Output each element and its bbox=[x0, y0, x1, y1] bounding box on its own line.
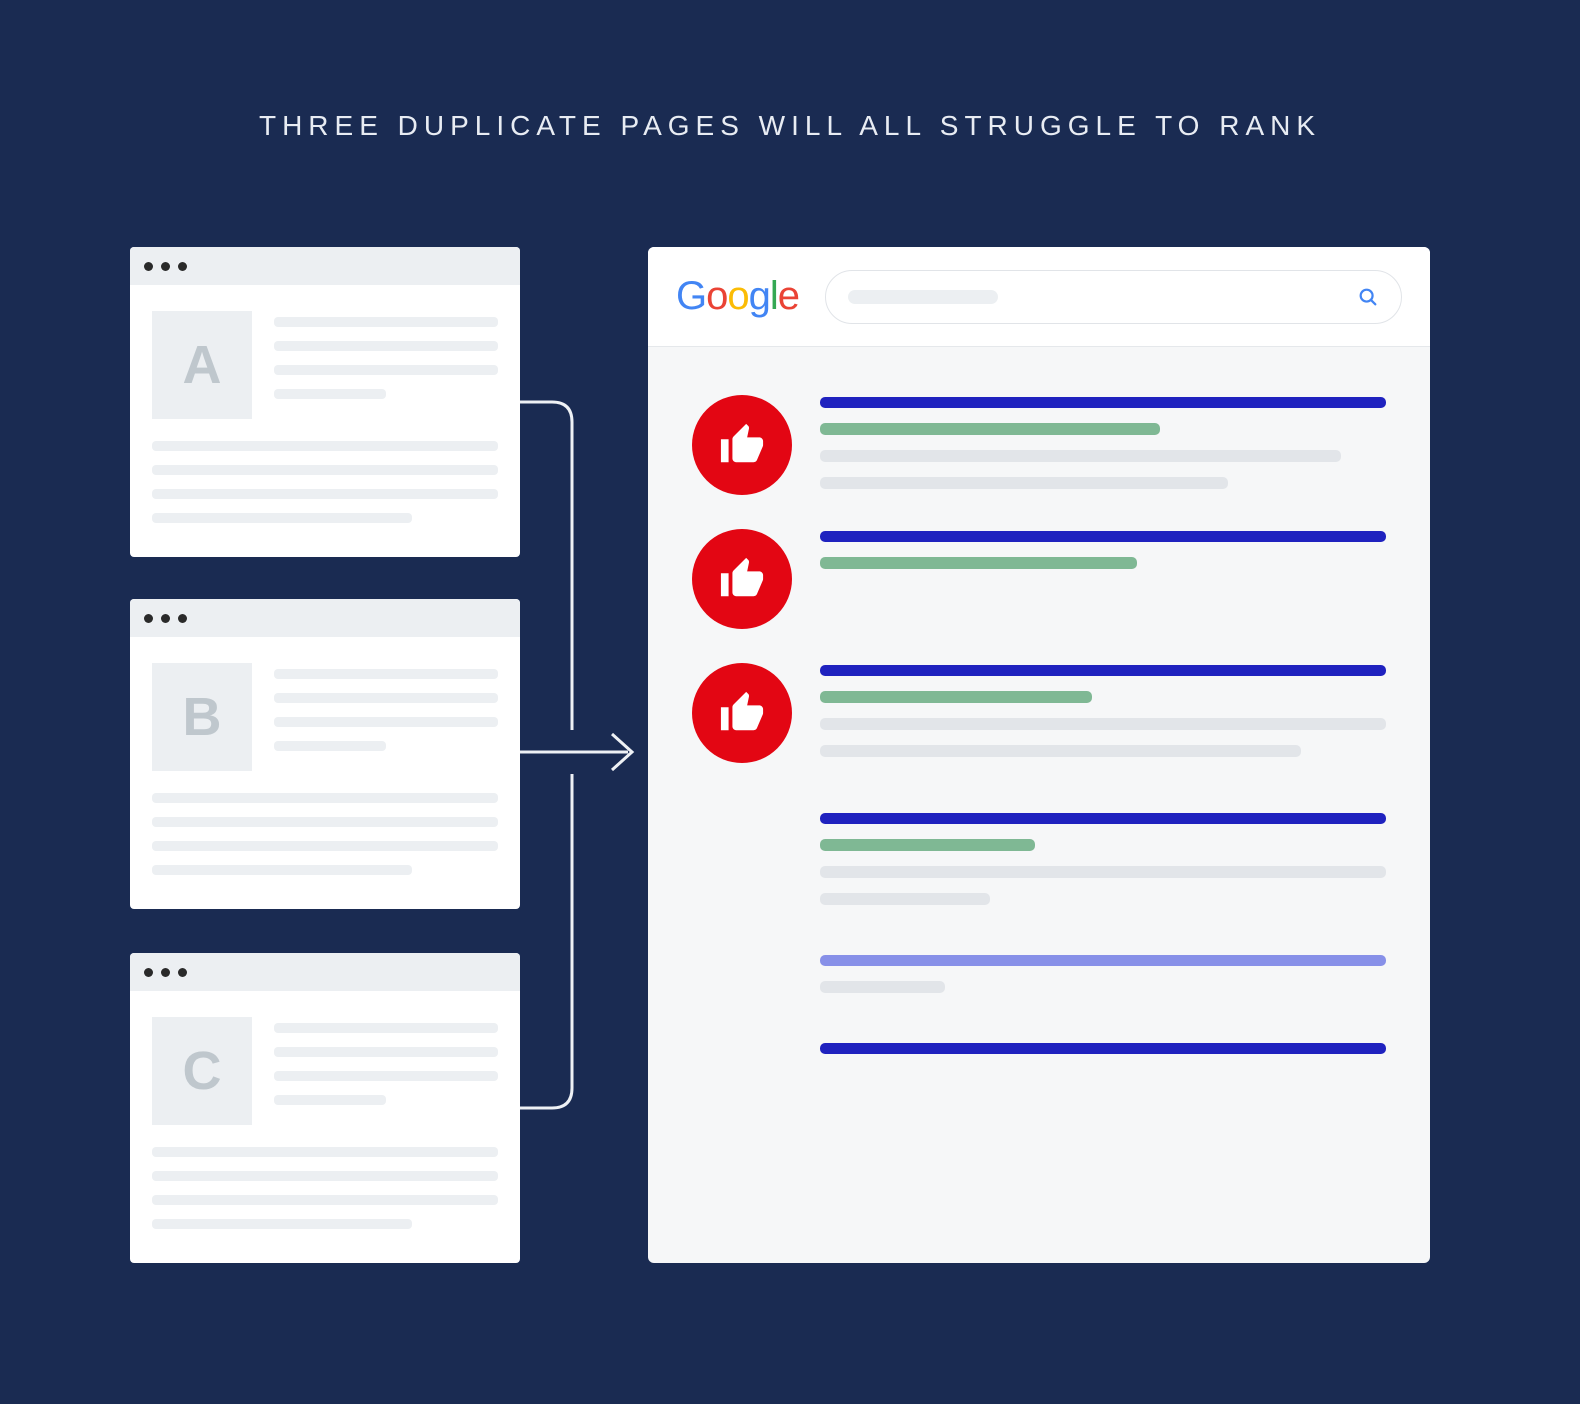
browser-header bbox=[130, 953, 520, 991]
search-placeholder bbox=[848, 290, 998, 304]
result-url-bar bbox=[820, 839, 1035, 851]
text-line bbox=[274, 669, 498, 679]
result-title-bar bbox=[820, 665, 1386, 676]
page-card-b: B bbox=[130, 599, 520, 909]
page-card-c: C bbox=[130, 953, 520, 1263]
text-line bbox=[274, 389, 386, 399]
google-logo: Google bbox=[676, 274, 799, 319]
result-title-bar bbox=[820, 813, 1386, 824]
connector-arrow bbox=[520, 380, 660, 1160]
result-snippet-bar bbox=[820, 477, 1228, 489]
result-title-bar bbox=[820, 955, 1386, 966]
result-snippet-bar bbox=[820, 981, 945, 993]
text-line bbox=[152, 817, 498, 827]
text-line bbox=[152, 1171, 498, 1181]
result-title-bar bbox=[820, 397, 1386, 408]
text-line bbox=[152, 1147, 498, 1157]
serp-result bbox=[692, 529, 1386, 629]
window-dot bbox=[144, 614, 153, 623]
result-url-bar bbox=[820, 423, 1160, 435]
serp-result bbox=[692, 395, 1386, 495]
text-line bbox=[152, 1219, 412, 1229]
result-title-bar bbox=[820, 531, 1386, 542]
serp-result bbox=[692, 1041, 1386, 1054]
browser-header bbox=[130, 247, 520, 285]
page-card-a: A bbox=[130, 247, 520, 557]
text-line bbox=[152, 465, 498, 475]
browser-body: B bbox=[130, 637, 520, 897]
serp-body bbox=[648, 347, 1430, 1128]
page-thumb-label: B bbox=[152, 663, 252, 771]
window-dot bbox=[144, 968, 153, 977]
window-dot bbox=[161, 614, 170, 623]
result-snippet-bar bbox=[820, 866, 1386, 878]
serp-result bbox=[692, 663, 1386, 763]
serp-header: Google bbox=[648, 247, 1430, 347]
text-line bbox=[274, 1047, 498, 1057]
text-line bbox=[274, 741, 386, 751]
text-line bbox=[274, 717, 498, 727]
text-line bbox=[152, 793, 498, 803]
text-line bbox=[152, 441, 498, 451]
result-snippet-bar bbox=[820, 450, 1341, 462]
page-thumb-label: C bbox=[152, 1017, 252, 1125]
search-bar[interactable] bbox=[825, 270, 1402, 324]
serp-panel: Google bbox=[648, 247, 1430, 1263]
text-line bbox=[152, 1195, 498, 1205]
text-line bbox=[152, 489, 498, 499]
result-url-bar bbox=[820, 557, 1137, 569]
text-line bbox=[274, 1023, 498, 1033]
text-line bbox=[152, 865, 412, 875]
window-dot bbox=[178, 614, 187, 623]
browser-body: A bbox=[130, 285, 520, 545]
result-url-bar bbox=[820, 691, 1092, 703]
window-dot bbox=[144, 262, 153, 271]
text-line bbox=[274, 693, 498, 703]
window-dot bbox=[178, 262, 187, 271]
text-line bbox=[274, 341, 498, 351]
text-line bbox=[274, 365, 498, 375]
search-icon[interactable] bbox=[1357, 286, 1379, 308]
serp-result bbox=[692, 953, 1386, 993]
page-thumb-label: A bbox=[152, 311, 252, 419]
window-dot bbox=[161, 262, 170, 271]
result-snippet-bar bbox=[820, 745, 1301, 757]
thumbs-down-icon bbox=[692, 663, 792, 763]
text-line bbox=[274, 1095, 386, 1105]
diagram-title: THREE DUPLICATE PAGES WILL ALL STRUGGLE … bbox=[0, 110, 1580, 142]
text-line bbox=[274, 317, 498, 327]
window-dot bbox=[178, 968, 187, 977]
result-snippet-bar bbox=[820, 893, 990, 905]
browser-header bbox=[130, 599, 520, 637]
result-title-bar bbox=[820, 1043, 1386, 1054]
result-snippet-bar bbox=[820, 718, 1386, 730]
serp-result bbox=[692, 811, 1386, 905]
thumbs-down-icon bbox=[692, 395, 792, 495]
thumbs-down-icon bbox=[692, 529, 792, 629]
text-line bbox=[152, 513, 412, 523]
text-line bbox=[152, 841, 498, 851]
browser-body: C bbox=[130, 991, 520, 1251]
window-dot bbox=[161, 968, 170, 977]
text-line bbox=[274, 1071, 498, 1081]
